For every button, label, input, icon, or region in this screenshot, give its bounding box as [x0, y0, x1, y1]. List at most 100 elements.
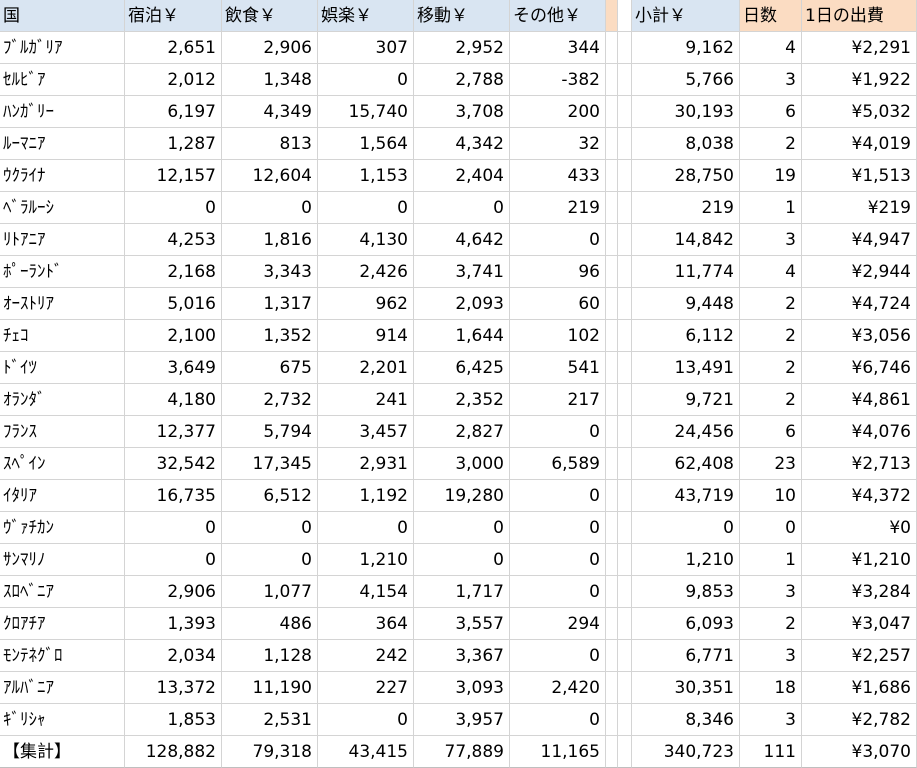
cell-other[interactable]: 2,420 [510, 672, 606, 704]
cell-lodging[interactable]: 6,197 [125, 96, 222, 128]
cell-days[interactable]: 2 [740, 608, 802, 640]
cell-transport[interactable]: 3,093 [414, 672, 510, 704]
cell-entertainment[interactable]: 307 [318, 32, 414, 64]
cell-entertainment[interactable]: 4,154 [318, 576, 414, 608]
cell-food[interactable]: 2,531 [222, 704, 318, 736]
total-per-day[interactable]: ¥3,070 [802, 736, 917, 768]
header-other[interactable]: その他￥ [510, 0, 606, 32]
cell-entertainment[interactable]: 15,740 [318, 96, 414, 128]
cell-country[interactable]: ﾍﾞﾗﾙｰｼ [0, 192, 125, 224]
cell-per-day[interactable]: ¥3,056 [802, 320, 917, 352]
cell-food[interactable]: 1,348 [222, 64, 318, 96]
cell-other[interactable]: 0 [510, 512, 606, 544]
cell-entertainment[interactable]: 0 [318, 192, 414, 224]
cell-subtotal[interactable]: 9,721 [632, 384, 740, 416]
cell-food[interactable]: 11,190 [222, 672, 318, 704]
cell-entertainment[interactable]: 0 [318, 64, 414, 96]
cell-country[interactable]: ﾌﾗﾝｽ [0, 416, 125, 448]
header-food[interactable]: 飲食￥ [222, 0, 318, 32]
cell-subtotal[interactable]: 6,112 [632, 320, 740, 352]
cell-country[interactable]: ｾﾙﾋﾞｱ [0, 64, 125, 96]
cell-per-day[interactable]: ¥219 [802, 192, 917, 224]
cell-days[interactable]: 1 [740, 192, 802, 224]
cell-days[interactable]: 2 [740, 288, 802, 320]
cell-per-day[interactable]: ¥0 [802, 512, 917, 544]
spacer-cell[interactable] [618, 416, 632, 448]
cell-transport[interactable]: 6,425 [414, 352, 510, 384]
cell-subtotal[interactable]: 43,719 [632, 480, 740, 512]
cell-transport[interactable]: 3,000 [414, 448, 510, 480]
cell-entertainment[interactable]: 0 [318, 512, 414, 544]
cell-per-day[interactable]: ¥4,076 [802, 416, 917, 448]
spacer-cell[interactable] [606, 384, 618, 416]
cell-subtotal[interactable]: 24,456 [632, 416, 740, 448]
cell-days[interactable]: 3 [740, 640, 802, 672]
spacer-cell[interactable] [618, 96, 632, 128]
cell-per-day[interactable]: ¥2,291 [802, 32, 917, 64]
cell-country[interactable]: ｽﾛﾍﾞﾆｱ [0, 576, 125, 608]
spacer-cell[interactable] [606, 320, 618, 352]
spacer-cell[interactable] [606, 224, 618, 256]
cell-subtotal[interactable]: 30,351 [632, 672, 740, 704]
spacer-cell[interactable] [618, 128, 632, 160]
cell-food[interactable]: 0 [222, 544, 318, 576]
cell-per-day[interactable]: ¥4,947 [802, 224, 917, 256]
cell-per-day[interactable]: ¥2,257 [802, 640, 917, 672]
cell-subtotal[interactable]: 28,750 [632, 160, 740, 192]
cell-food[interactable]: 17,345 [222, 448, 318, 480]
cell-country[interactable]: ｳｸﾗｲﾅ [0, 160, 125, 192]
cell-food[interactable]: 0 [222, 192, 318, 224]
cell-days[interactable]: 3 [740, 704, 802, 736]
cell-other[interactable]: 60 [510, 288, 606, 320]
spacer-cell[interactable] [606, 160, 618, 192]
cell-transport[interactable]: 1,717 [414, 576, 510, 608]
cell-subtotal[interactable]: 9,162 [632, 32, 740, 64]
cell-days[interactable]: 3 [740, 576, 802, 608]
cell-entertainment[interactable]: 364 [318, 608, 414, 640]
cell-lodging[interactable]: 4,253 [125, 224, 222, 256]
cell-days[interactable]: 1 [740, 544, 802, 576]
cell-country[interactable]: ｻﾝﾏﾘﾉ [0, 544, 125, 576]
header-transport[interactable]: 移動￥ [414, 0, 510, 32]
cell-lodging[interactable]: 2,012 [125, 64, 222, 96]
cell-subtotal[interactable]: 8,346 [632, 704, 740, 736]
cell-entertainment[interactable]: 914 [318, 320, 414, 352]
spacer-cell[interactable] [606, 672, 618, 704]
cell-days[interactable]: 19 [740, 160, 802, 192]
header-lodging[interactable]: 宿泊￥ [125, 0, 222, 32]
cell-lodging[interactable]: 32,542 [125, 448, 222, 480]
cell-subtotal[interactable]: 1,210 [632, 544, 740, 576]
cell-food[interactable]: 3,343 [222, 256, 318, 288]
cell-per-day[interactable]: ¥2,713 [802, 448, 917, 480]
cell-subtotal[interactable]: 14,842 [632, 224, 740, 256]
header-country[interactable]: 国 [0, 0, 125, 32]
cell-subtotal[interactable]: 0 [632, 512, 740, 544]
spacer-cell[interactable] [606, 128, 618, 160]
total-other[interactable]: 11,165 [510, 736, 606, 768]
spacer-cell[interactable] [618, 672, 632, 704]
cell-per-day[interactable]: ¥4,019 [802, 128, 917, 160]
cell-transport[interactable]: 19,280 [414, 480, 510, 512]
spacer-cell[interactable] [618, 448, 632, 480]
total-lodging[interactable]: 128,882 [125, 736, 222, 768]
spacer-cell[interactable] [618, 160, 632, 192]
header-entertainment[interactable]: 娯楽￥ [318, 0, 414, 32]
cell-food[interactable]: 5,794 [222, 416, 318, 448]
cell-transport[interactable]: 3,708 [414, 96, 510, 128]
cell-country[interactable]: ﾄﾞｲﾂ [0, 352, 125, 384]
cell-food[interactable]: 1,816 [222, 224, 318, 256]
cell-country[interactable]: ﾓﾝﾃﾈｸﾞﾛ [0, 640, 125, 672]
cell-per-day[interactable]: ¥4,372 [802, 480, 917, 512]
cell-entertainment[interactable]: 1,210 [318, 544, 414, 576]
cell-country[interactable]: ﾙｰﾏﾆｱ [0, 128, 125, 160]
cell-lodging[interactable]: 1,393 [125, 608, 222, 640]
cell-country[interactable]: ﾁｪｺ [0, 320, 125, 352]
cell-per-day[interactable]: ¥2,944 [802, 256, 917, 288]
spacer-cell[interactable] [618, 256, 632, 288]
total-transport[interactable]: 77,889 [414, 736, 510, 768]
cell-transport[interactable]: 4,342 [414, 128, 510, 160]
spacer-cell[interactable] [606, 640, 618, 672]
spacer-cell[interactable] [606, 352, 618, 384]
spacer-cell[interactable] [618, 384, 632, 416]
cell-subtotal[interactable]: 9,448 [632, 288, 740, 320]
